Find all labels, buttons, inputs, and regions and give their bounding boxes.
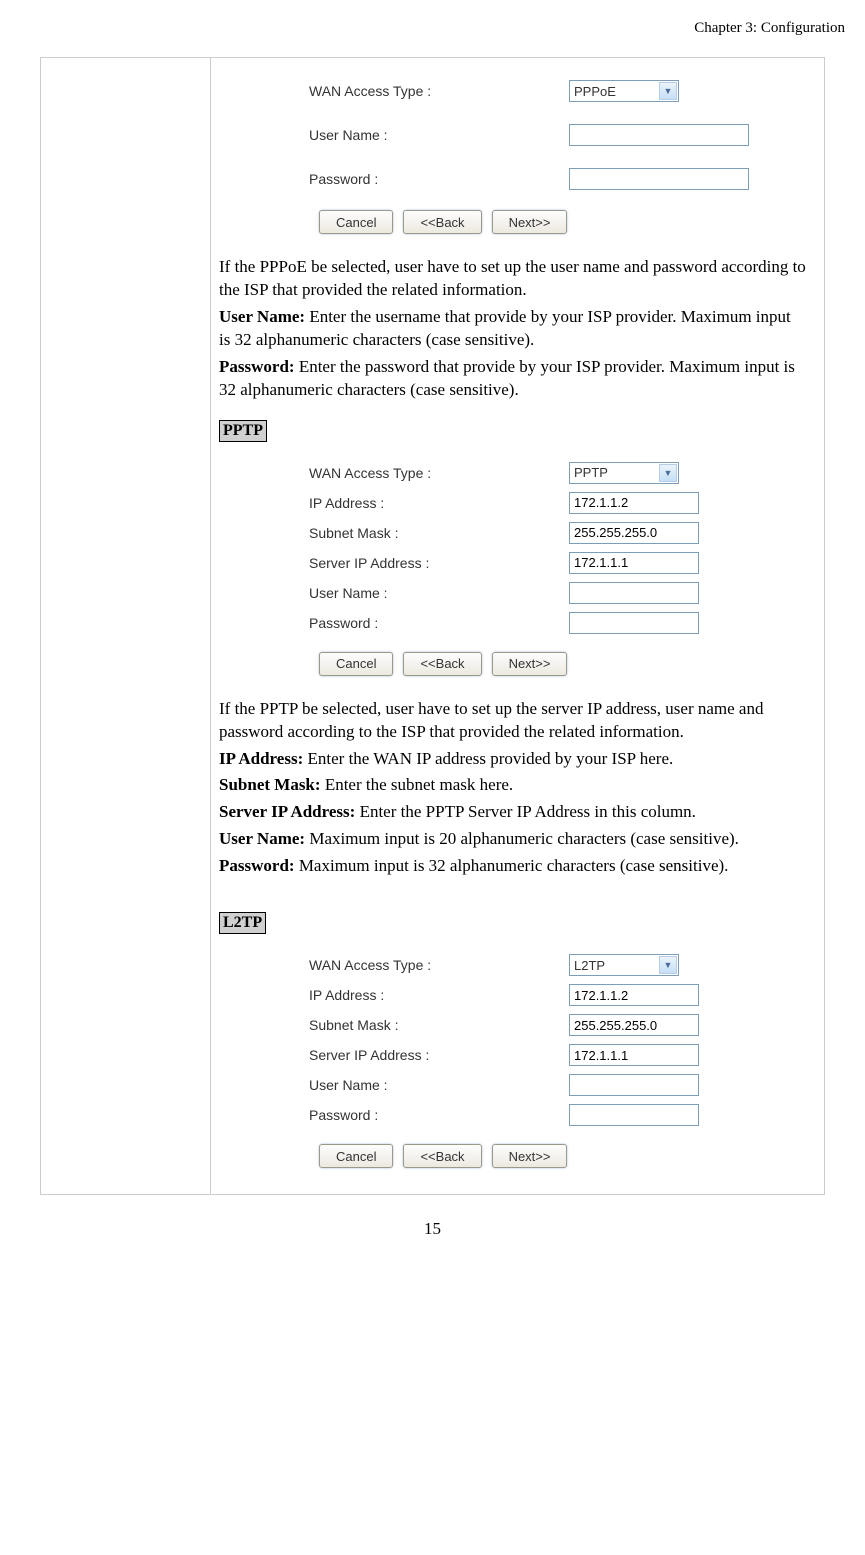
password-label: Password : — [309, 1107, 569, 1123]
pptp-panel: WAN Access Type : PPTP ▼ IP Address : Su… — [219, 450, 816, 694]
subnet-mask-label: Subnet Mask : — [309, 525, 569, 541]
right-column: WAN Access Type : PPPoE ▼ User Name : Pa… — [211, 58, 825, 1195]
pppoe-desc3: Password: Enter the password that provid… — [219, 356, 806, 402]
cancel-button[interactable]: Cancel — [319, 210, 393, 234]
server-ip-label: Server IP Address : — [309, 1047, 569, 1063]
content-table: WAN Access Type : PPPoE ▼ User Name : Pa… — [40, 57, 825, 1195]
username-input[interactable] — [569, 582, 699, 604]
wan-access-type-select[interactable]: L2TP ▼ — [569, 954, 679, 976]
chevron-down-icon: ▼ — [659, 956, 677, 974]
pppoe-desc1: If the PPPoE be selected, user have to s… — [219, 256, 806, 302]
wan-access-type-label: WAN Access Type : — [309, 465, 569, 481]
ip-address-label: IP Address : — [309, 495, 569, 511]
pppoe-panel: WAN Access Type : PPPoE ▼ User Name : Pa… — [219, 66, 816, 252]
subnet-mask-input[interactable] — [569, 1014, 699, 1036]
username-label: User Name : — [309, 585, 569, 601]
pptp-desc3: Subnet Mask: Enter the subnet mask here. — [219, 774, 806, 797]
pptp-desc4: Server IP Address: Enter the PPTP Server… — [219, 801, 806, 824]
pptp-username-row: User Name : — [219, 578, 816, 608]
chevron-down-icon: ▼ — [659, 82, 677, 100]
pptp-desc5: User Name: Maximum input is 20 alphanume… — [219, 828, 806, 851]
select-value: PPTP — [574, 465, 608, 480]
server-ip-input[interactable] — [569, 552, 699, 574]
pptp-desc6: Password: Maximum input is 32 alphanumer… — [219, 855, 806, 878]
cancel-button[interactable]: Cancel — [319, 1144, 393, 1168]
next-button[interactable]: Next>> — [492, 1144, 568, 1168]
pppoe-button-row: Cancel <<Back Next>> — [219, 196, 816, 240]
pptp-ip-row: IP Address : — [219, 488, 816, 518]
pppoe-desc2: User Name: Enter the username that provi… — [219, 306, 806, 352]
pptp-desc1: If the PPTP be selected, user have to se… — [219, 698, 806, 744]
select-value: PPPoE — [574, 84, 616, 99]
pptp-button-row: Cancel <<Back Next>> — [219, 638, 816, 682]
password-label: Password : — [309, 615, 569, 631]
password-label: Password : — [309, 171, 569, 187]
subnet-mask-label: Subnet Mask : — [309, 1017, 569, 1033]
chevron-down-icon: ▼ — [659, 464, 677, 482]
l2tp-password-row: Password : — [219, 1100, 816, 1130]
password-input[interactable] — [569, 612, 699, 634]
username-input[interactable] — [569, 124, 749, 146]
ip-address-input[interactable] — [569, 492, 699, 514]
wan-access-type-select[interactable]: PPPoE ▼ — [569, 80, 679, 102]
l2tp-panel: WAN Access Type : L2TP ▼ IP Address : Su… — [219, 942, 816, 1186]
pppoe-username-row: User Name : — [219, 118, 816, 152]
pptp-password-row: Password : — [219, 608, 816, 638]
next-button[interactable]: Next>> — [492, 652, 568, 676]
wan-access-type-select[interactable]: PPTP ▼ — [569, 462, 679, 484]
pptp-subnet-row: Subnet Mask : — [219, 518, 816, 548]
back-button[interactable]: <<Back — [403, 1144, 481, 1168]
l2tp-ip-row: IP Address : — [219, 980, 816, 1010]
password-input[interactable] — [569, 1104, 699, 1126]
select-value: L2TP — [574, 958, 605, 973]
l2tp-username-row: User Name : — [219, 1070, 816, 1100]
back-button[interactable]: <<Back — [403, 210, 481, 234]
pptp-tag: PPTP — [219, 420, 267, 442]
wan-access-type-label: WAN Access Type : — [309, 83, 569, 99]
cancel-button[interactable]: Cancel — [319, 652, 393, 676]
pptp-serverip-row: Server IP Address : — [219, 548, 816, 578]
pppoe-wan-row: WAN Access Type : PPPoE ▼ — [219, 74, 816, 108]
subnet-mask-input[interactable] — [569, 522, 699, 544]
l2tp-button-row: Cancel <<Back Next>> — [219, 1130, 816, 1174]
pptp-wan-row: WAN Access Type : PPTP ▼ — [219, 458, 816, 488]
left-column — [41, 58, 211, 1195]
back-button[interactable]: <<Back — [403, 652, 481, 676]
ip-address-input[interactable] — [569, 984, 699, 1006]
username-label: User Name : — [309, 1077, 569, 1093]
server-ip-input[interactable] — [569, 1044, 699, 1066]
l2tp-serverip-row: Server IP Address : — [219, 1040, 816, 1070]
username-label: User Name : — [309, 127, 569, 143]
server-ip-label: Server IP Address : — [309, 555, 569, 571]
wan-access-type-label: WAN Access Type : — [309, 957, 569, 973]
ip-address-label: IP Address : — [309, 987, 569, 1003]
password-input[interactable] — [569, 168, 749, 190]
pppoe-password-row: Password : — [219, 162, 816, 196]
page-number: 15 — [40, 1219, 825, 1239]
l2tp-wan-row: WAN Access Type : L2TP ▼ — [219, 950, 816, 980]
username-input[interactable] — [569, 1074, 699, 1096]
l2tp-subnet-row: Subnet Mask : — [219, 1010, 816, 1040]
chapter-header: Chapter 3: Configuration — [40, 20, 845, 37]
pptp-desc2: IP Address: Enter the WAN IP address pro… — [219, 748, 806, 771]
l2tp-tag: L2TP — [219, 912, 266, 934]
next-button[interactable]: Next>> — [492, 210, 568, 234]
